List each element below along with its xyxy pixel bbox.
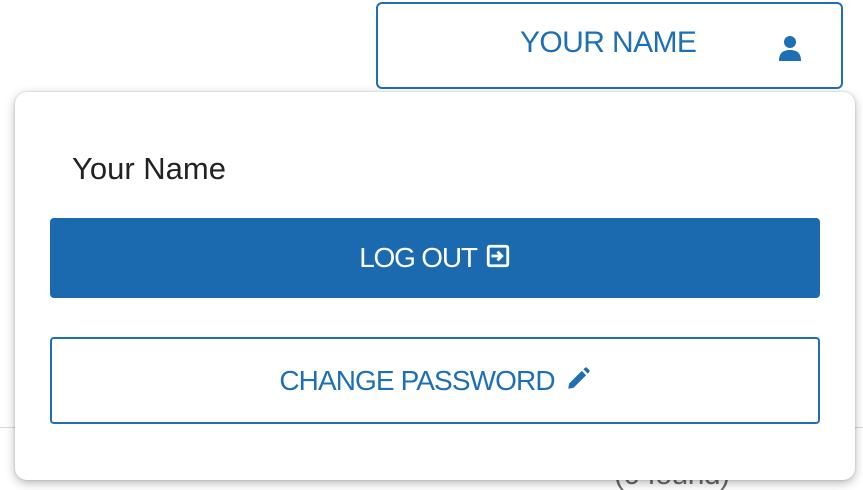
pencil-icon — [567, 366, 590, 389]
user-display-name: Your Name — [72, 151, 226, 186]
page: (0 found) YOUR NAME Your Name LOG OUT CH… — [0, 0, 863, 490]
change-password-button[interactable]: CHANGE PASSWORD — [50, 337, 820, 424]
user-dropdown-menu: Your Name LOG OUT CHANGE PASSWORD — [15, 92, 855, 480]
person-icon — [779, 36, 801, 61]
user-menu-button-label: YOUR NAME — [520, 26, 697, 59]
logout-icon — [486, 244, 509, 268]
user-menu-button[interactable]: YOUR NAME — [376, 2, 843, 89]
logout-button-label: LOG OUT — [359, 242, 478, 273]
logout-button[interactable]: LOG OUT — [50, 218, 820, 298]
change-password-button-label: CHANGE PASSWORD — [279, 364, 555, 396]
